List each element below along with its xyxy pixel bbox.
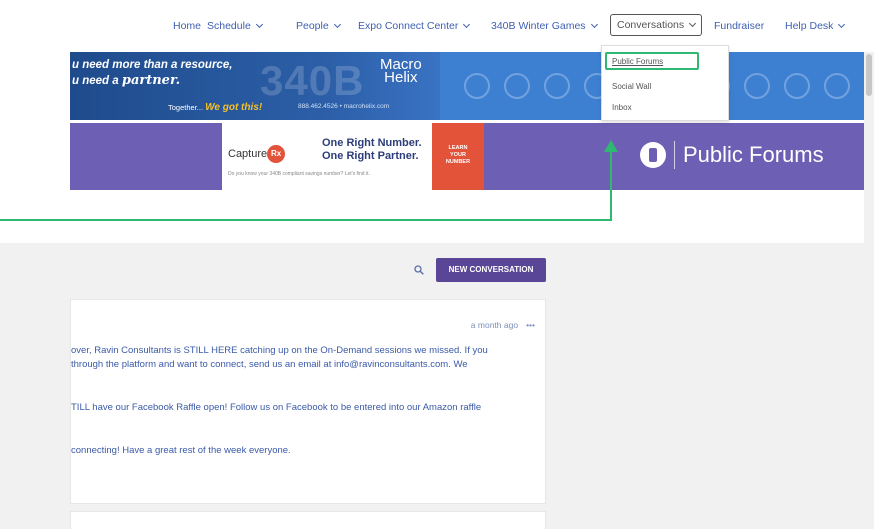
dropdown-item-inbox[interactable]: Inbox	[612, 103, 632, 112]
nav-home[interactable]: Home	[173, 20, 201, 32]
post-text-line: TILL have our Facebook Raffle open! Foll…	[71, 402, 482, 413]
new-conversation-button[interactable]: NEW CONVERSATION	[436, 258, 546, 282]
chevron-down-icon	[838, 20, 846, 29]
forum-title-text: Public Forums	[683, 142, 824, 167]
chevron-down-icon	[689, 19, 697, 28]
chevron-down-icon	[463, 20, 471, 29]
nav-schedule[interactable]: Schedule	[207, 20, 263, 32]
nav-expo-connect-center[interactable]: Expo Connect Center	[358, 20, 471, 32]
forum-header-banner: Capture Rx One Right Number. One Right Par…	[70, 123, 864, 190]
ad-watermark: 340B	[260, 57, 365, 104]
nav-schedule-label: Schedule	[207, 20, 251, 32]
forum-post[interactable]	[70, 511, 546, 529]
post-meta: a month ago •••	[471, 320, 535, 330]
nav-people-label: People	[296, 20, 329, 32]
ad-tagline: Together... We got this!	[168, 102, 263, 113]
nav-expo-label: Expo Connect Center	[358, 20, 459, 32]
sponsor-banner-macrohelix[interactable]: 340B u need more than a resource, u need…	[70, 52, 864, 120]
ad-headline-1: u need more than a resource,	[72, 59, 233, 71]
top-navigation: Home Schedule People Expo Connect Center…	[0, 0, 874, 52]
dropdown-item-public-forums[interactable]: Public Forums	[612, 57, 663, 66]
nav-help-desk-label: Help Desk	[785, 20, 834, 32]
title-divider	[674, 141, 675, 169]
macrohelix-ad[interactable]: 340B u need more than a resource, u need…	[70, 52, 440, 120]
nav-people[interactable]: People	[296, 20, 341, 32]
nav-help-desk[interactable]: Help Desk	[785, 20, 846, 32]
page-scrollbar[interactable]	[864, 52, 874, 529]
post-text-line: connecting! Have a great rest of the wee…	[71, 445, 291, 456]
nav-fundraiser[interactable]: Fundraiser	[714, 20, 764, 32]
ad-headline-2: u need a partner.	[72, 73, 181, 88]
capturerx-subtext: Do you know your 340B compliant savings …	[228, 171, 370, 177]
nav-home-label: Home	[173, 20, 202, 32]
post-timestamp: a month ago	[470, 320, 519, 330]
post-text-line: over, Ravin Consultants is STILL HERE ca…	[71, 345, 488, 356]
dropdown-item-social-wall[interactable]: Social Wall	[612, 82, 651, 91]
scrollbar-thumb[interactable]	[866, 54, 872, 96]
conversations-dropdown: Public Forums Social Wall Inbox	[601, 45, 729, 121]
public-forums-title: Public Forums	[640, 141, 824, 169]
ad-contact: 888.462.4526 • macrohelix.com	[298, 103, 390, 110]
nav-winter-games-label: 340B Winter Games	[491, 20, 586, 32]
learn-your-number-button[interactable]: LEARN YOUR NUMBER	[432, 123, 484, 190]
search-icon[interactable]	[414, 265, 424, 275]
nav-conversations[interactable]: Conversations	[610, 14, 703, 36]
nav-fundraiser-label: Fundraiser	[714, 20, 765, 32]
forum-post[interactable]: a month ago ••• over, Ravin Consultants …	[70, 299, 546, 504]
more-options-icon[interactable]: •••	[526, 320, 535, 330]
capturerx-logo: Capture Rx	[228, 145, 286, 163]
page: Home Schedule People Expo Connect Center…	[0, 0, 874, 529]
macrohelix-logo: Macro Helix	[380, 56, 422, 86]
chevron-down-icon	[333, 20, 341, 29]
nav-winter-games[interactable]: 340B Winter Games	[491, 20, 598, 32]
chevron-down-icon	[255, 20, 263, 29]
post-text-line: through the platform and want to connect…	[71, 359, 468, 370]
capturerx-headline: One Right Number. One Right Partner.	[322, 137, 422, 162]
nav-conversations-label: Conversations	[617, 19, 685, 31]
forum-logo-icon	[640, 142, 666, 168]
chevron-down-icon	[590, 20, 598, 29]
